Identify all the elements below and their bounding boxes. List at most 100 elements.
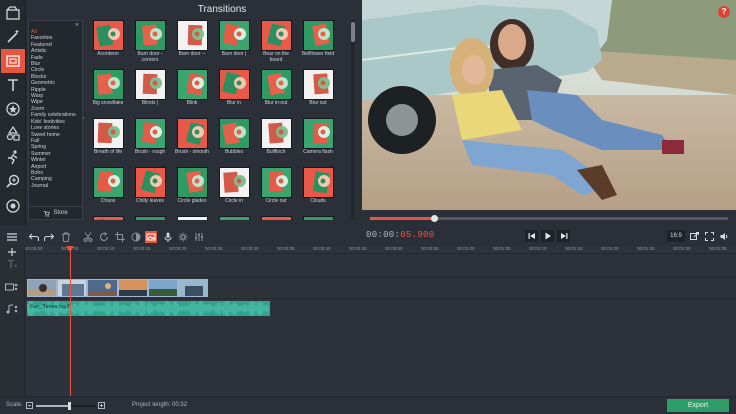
help-button[interactable]: ?	[718, 6, 730, 18]
transition-item[interactable]: Clouds	[302, 167, 344, 215]
transition-item[interactable]: Blur in	[218, 69, 260, 117]
equalizer-icon[interactable]	[193, 231, 205, 243]
record-voice-icon[interactable]	[162, 231, 174, 243]
skip-back-button[interactable]	[525, 230, 538, 242]
transition-item[interactable]: Brush - rough	[134, 118, 176, 166]
transition-item[interactable]	[176, 216, 218, 220]
transition-item[interactable]: Camera flash	[302, 118, 344, 166]
play-button[interactable]	[541, 230, 554, 242]
transition-item[interactable]: Bubbles	[218, 118, 260, 166]
sport-icon[interactable]	[1, 145, 25, 169]
transition-item[interactable]: Bellflower field	[302, 20, 344, 68]
volume-icon[interactable]	[718, 230, 730, 242]
export-button[interactable]: Export	[667, 399, 729, 412]
transition-item[interactable]: Chaos	[92, 167, 134, 215]
timeline[interactable]: 00:00:0000:00:0500:00:1000:00:1500:00:20…	[0, 246, 736, 396]
seek-bar[interactable]	[370, 215, 728, 222]
playhead-handle[interactable]	[66, 246, 74, 252]
transition-item[interactable]: Bullfinch	[260, 118, 302, 166]
menu-icon[interactable]	[6, 231, 18, 243]
audio-track[interactable]: Fun_Times.mp3	[25, 300, 736, 320]
timeline-ruler[interactable]: 00:00:0000:00:0500:00:1000:00:1500:00:20…	[25, 246, 736, 254]
video-clip[interactable]	[87, 279, 118, 297]
video-clip[interactable]	[57, 279, 87, 297]
transition-item[interactable]: Big snowflake	[92, 69, 134, 117]
category-item[interactable]: Family celebrations	[31, 112, 81, 118]
record-icon[interactable]	[1, 194, 25, 218]
rotate-icon[interactable]	[98, 231, 110, 243]
transition-item[interactable]: Barn door |	[218, 20, 260, 68]
category-item[interactable]: Journal	[31, 183, 81, 189]
shapes-icon[interactable]	[1, 121, 25, 145]
zoom-in-icon[interactable]	[98, 402, 105, 409]
cut-icon[interactable]	[82, 231, 94, 243]
video-clip[interactable]	[178, 279, 208, 297]
redo-icon[interactable]	[43, 231, 55, 243]
transition-item[interactable]: Circle glades	[176, 167, 218, 215]
stickers-icon[interactable]	[1, 97, 25, 121]
video-clip[interactable]	[27, 279, 57, 297]
transition-thumbnail	[135, 216, 166, 220]
transition-item[interactable]: Blur in-out	[260, 69, 302, 117]
store-button[interactable]: Store	[29, 206, 82, 219]
transition-item[interactable]	[134, 216, 176, 220]
transition-name: Circle in	[224, 198, 244, 204]
transition-name: Circle out	[265, 198, 287, 204]
transition-item[interactable]	[302, 216, 344, 220]
fullscreen-icon[interactable]	[703, 230, 715, 242]
scrollbar-thumb[interactable]	[351, 22, 355, 42]
undo-icon[interactable]	[28, 231, 40, 243]
text-icon[interactable]	[1, 73, 25, 97]
transition-thumbnail	[261, 69, 292, 100]
skip-forward-icon	[560, 233, 567, 239]
transition-item[interactable]: Blur out	[302, 69, 344, 117]
transition-item[interactable]	[92, 216, 134, 220]
detach-preview-icon[interactable]	[688, 230, 700, 242]
transition-name: Bellflower field	[301, 51, 335, 57]
zoom-out-icon[interactable]	[26, 402, 33, 409]
aspect-ratio-button[interactable]: 16:9	[667, 230, 685, 242]
transitions-icon[interactable]	[1, 49, 25, 73]
seek-knob[interactable]	[431, 215, 439, 222]
transition-item[interactable]: Circle out	[260, 167, 302, 215]
scale-slider[interactable]	[36, 402, 96, 410]
video-track[interactable]	[25, 277, 736, 299]
audio-clip[interactable]: Fun_Times.mp3	[27, 301, 270, 316]
transition-item[interactable]	[260, 216, 302, 220]
transitions-scrollbar[interactable]	[351, 20, 355, 220]
scale-slider-knob[interactable]	[68, 402, 71, 410]
close-icon[interactable]: ×	[75, 22, 79, 29]
import-icon[interactable]	[1, 1, 25, 25]
video-preview[interactable]: ?	[362, 0, 736, 210]
video-clip[interactable]	[148, 279, 178, 297]
transition-item[interactable]: Barn door --	[176, 20, 218, 68]
transition-item[interactable]: Breath of life	[92, 118, 134, 166]
crop-icon[interactable]	[114, 231, 126, 243]
magic-wand-icon[interactable]	[1, 25, 25, 49]
transition-item[interactable]: Barn door - corners	[134, 20, 176, 68]
transition-item[interactable]: Acordeon	[92, 20, 134, 68]
skip-forward-button[interactable]	[557, 230, 570, 242]
transition-thumbnail	[303, 69, 334, 100]
transition-name: Big snowflake	[92, 100, 124, 106]
transition-thumbnail	[219, 20, 250, 51]
settings-icon[interactable]	[177, 231, 189, 243]
video-clip[interactable]	[118, 279, 148, 297]
playhead[interactable]	[70, 246, 71, 396]
transition-item[interactable]: Brush - smooth	[175, 118, 218, 166]
transition-item[interactable]: Blinds |	[134, 69, 176, 117]
ruler-tick-label: 00:00:30	[241, 246, 259, 251]
ruler-tick-label: 00:00:35	[277, 246, 295, 251]
transition-item[interactable]: Bear on the board	[260, 20, 302, 68]
transition-thumbnail	[135, 118, 166, 149]
transition-item[interactable]: Chilly leaves	[134, 167, 176, 215]
transition-item[interactable]: Circle in	[218, 167, 260, 215]
delete-icon[interactable]	[60, 231, 72, 243]
transition-item[interactable]: Blink	[176, 69, 218, 117]
clip-properties-icon[interactable]	[145, 231, 157, 243]
color-icon[interactable]	[130, 231, 142, 243]
add-track-icon[interactable]	[3, 246, 21, 258]
category-list: All Favorites Featured Artistic Fade Blur Circ…	[31, 29, 81, 189]
zoom-icon[interactable]	[1, 169, 25, 193]
transition-item[interactable]	[218, 216, 260, 220]
